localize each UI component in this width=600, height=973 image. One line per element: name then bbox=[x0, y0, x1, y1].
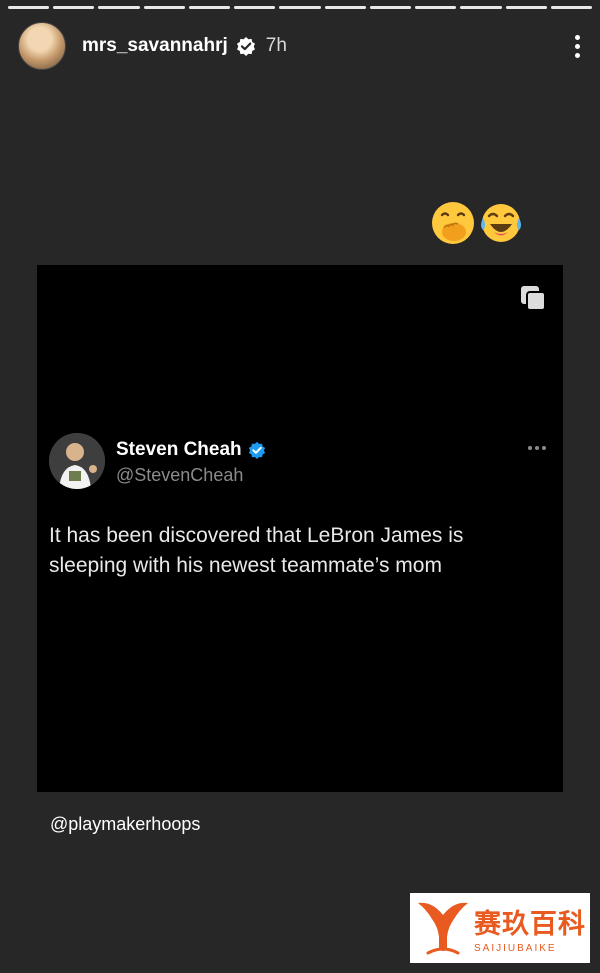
tweet-screenshot: Steven Cheah @StevenCheah It has been di… bbox=[37, 265, 563, 792]
more-options-icon[interactable] bbox=[572, 34, 582, 58]
story-progress-segment bbox=[550, 6, 593, 9]
carousel-copy-icon bbox=[521, 286, 546, 311]
story-progress-segment bbox=[460, 6, 502, 9]
story-mention-caption[interactable]: @playmakerhoops bbox=[50, 814, 200, 835]
avatar[interactable] bbox=[18, 22, 66, 70]
story-progress-segment bbox=[279, 6, 321, 9]
story-progress-segment bbox=[188, 6, 231, 9]
story-progress-segment bbox=[415, 6, 457, 9]
face-with-hand-over-mouth-icon bbox=[432, 202, 474, 244]
story-progress-segment bbox=[234, 6, 276, 9]
tweet-author-name-text: Steven Cheah bbox=[116, 439, 242, 460]
tweet-more-icon bbox=[528, 446, 546, 450]
watermark: 赛玖百科 SAIJIUBAIKE bbox=[410, 893, 590, 963]
tweet-text: It has been discovered that LeBron James… bbox=[49, 524, 464, 577]
watermark-chinese-text: 赛玖百科 bbox=[474, 909, 586, 939]
story-timestamp: 7h bbox=[265, 35, 287, 56]
story-progress-segment bbox=[53, 6, 95, 9]
story-username[interactable]: mrs_savannahrj bbox=[82, 35, 228, 57]
story-progress-bar bbox=[8, 6, 593, 9]
tweet-avatar bbox=[49, 433, 105, 489]
story-progress-segment bbox=[324, 6, 366, 9]
verified-badge-icon bbox=[236, 37, 255, 56]
story-header: mrs_savannahrj 7h bbox=[18, 22, 582, 70]
story-progress-segment bbox=[98, 6, 140, 9]
whale-tail-logo-icon bbox=[418, 902, 468, 955]
tweet-author-name: Steven Cheah bbox=[116, 439, 266, 461]
tears-of-joy-icon bbox=[481, 204, 521, 242]
story-progress-segment bbox=[143, 6, 185, 9]
watermark-english-text: SAIJIUBAIKE bbox=[474, 943, 557, 954]
verified-badge-icon bbox=[248, 441, 265, 459]
story-progress-segment bbox=[505, 6, 547, 9]
story-emojis bbox=[430, 200, 524, 246]
story-progress-segment bbox=[369, 6, 412, 9]
tweet-author-handle: @StevenCheah bbox=[116, 465, 244, 485]
story-progress-segment bbox=[8, 6, 50, 9]
